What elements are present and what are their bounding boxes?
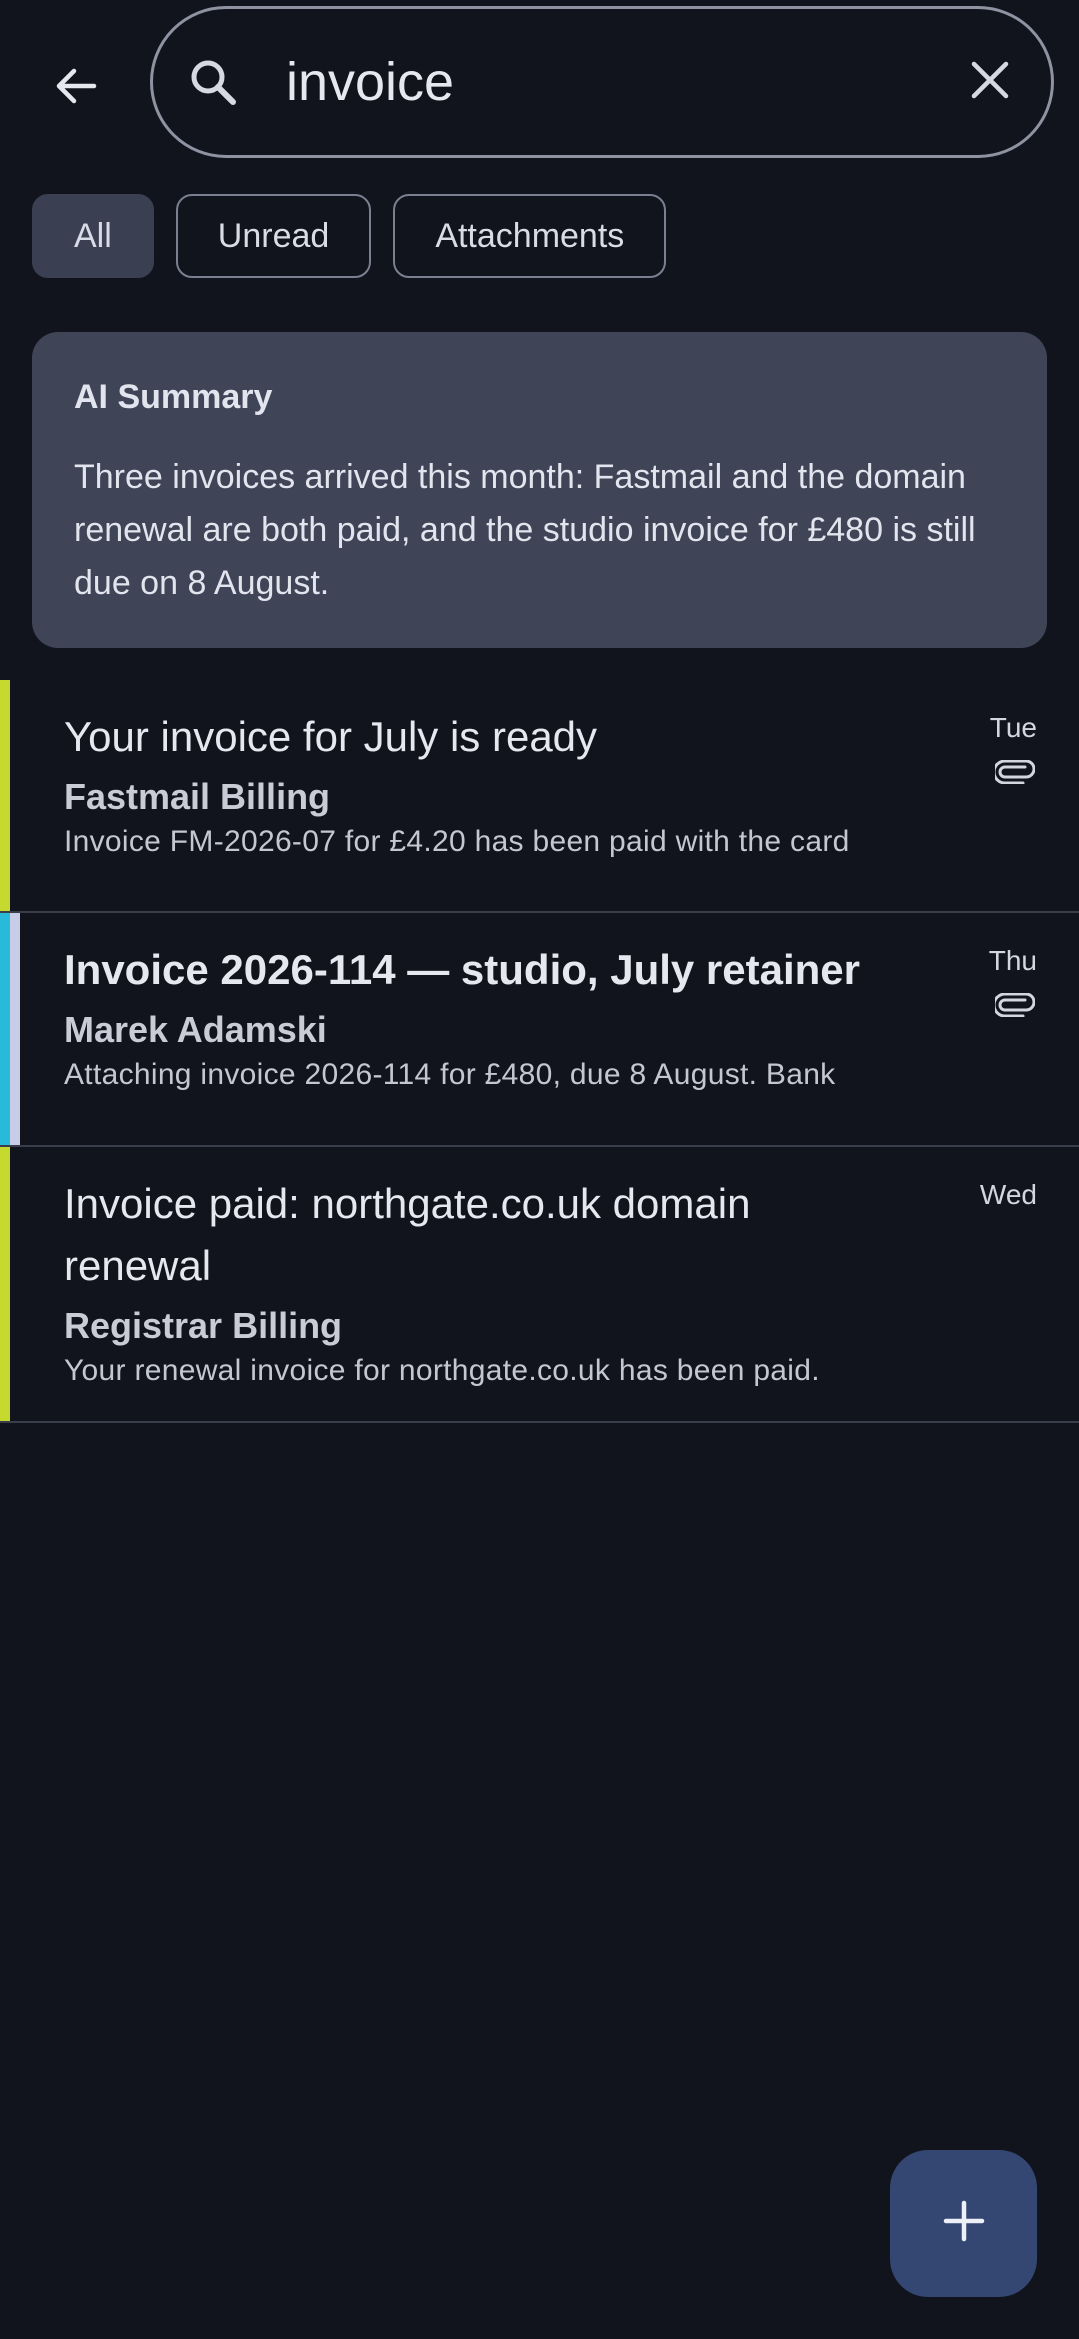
arrow-left-icon	[52, 62, 100, 115]
attachment-icon	[992, 759, 1036, 785]
message-preview: Your renewal invoice for northgate.co.uk…	[64, 1354, 820, 1387]
message-row[interactable]: Invoice 2026-114 — studio, July retainer…	[0, 913, 1079, 1147]
filter-chip-all[interactable]: All	[32, 194, 154, 278]
message-date: Thu	[988, 945, 1037, 976]
summary-title: AI Summary	[74, 378, 273, 416]
chip-label: All	[74, 216, 112, 255]
filter-chip-attachments[interactable]: Attachments	[393, 194, 667, 278]
category-accent-bar	[0, 913, 10, 1145]
search-icon	[183, 52, 243, 112]
category-accent-bar	[0, 680, 10, 911]
message-row[interactable]: Your invoice for July is ready Fastmail …	[0, 680, 1079, 913]
search-bar[interactable]	[150, 6, 1054, 158]
chip-label: Attachments	[435, 216, 625, 255]
search-input[interactable]	[286, 47, 916, 117]
message-date: Tue	[989, 712, 1037, 743]
back-button[interactable]	[34, 46, 118, 130]
category-accent-bar	[0, 1147, 10, 1421]
plus-icon	[942, 2199, 986, 2248]
message-subject: Your invoice for July is ready	[64, 713, 598, 760]
message-date: Wed	[979, 1179, 1037, 1210]
chip-label: Unread	[217, 216, 330, 255]
summary-text: Three invoices arrived this month: Fastm…	[74, 458, 976, 602]
message-sender: Registrar Billing	[64, 1305, 343, 1346]
compose-button[interactable]	[890, 2150, 1037, 2297]
unread-indicator	[10, 913, 20, 1145]
filter-chip-unread[interactable]: Unread	[175, 194, 372, 278]
clear-search-button[interactable]	[955, 47, 1025, 117]
message-row[interactable]: Invoice paid: northgate.co.uk domain ren…	[0, 1147, 1079, 1423]
filter-chips: All Unread Attachments	[32, 194, 667, 278]
message-sender: Fastmail Billing	[64, 776, 331, 817]
ai-summary-card: AI Summary Three invoices arrived this m…	[32, 332, 1047, 648]
close-icon	[969, 59, 1011, 106]
attachment-icon	[992, 992, 1036, 1018]
message-preview: Invoice FM-2026-07 for £4.20 has been pa…	[64, 825, 850, 858]
message-sender: Marek Adamski	[64, 1009, 327, 1050]
search-results-screen: All Unread Attachments AI Summary Three …	[0, 0, 1079, 2339]
message-subject: Invoice 2026-114 — studio, July retainer	[64, 946, 861, 993]
message-subject: Invoice paid: northgate.co.uk domain ren…	[64, 1180, 751, 1289]
message-preview: Attaching invoice 2026-114 for £480, due…	[64, 1058, 836, 1091]
